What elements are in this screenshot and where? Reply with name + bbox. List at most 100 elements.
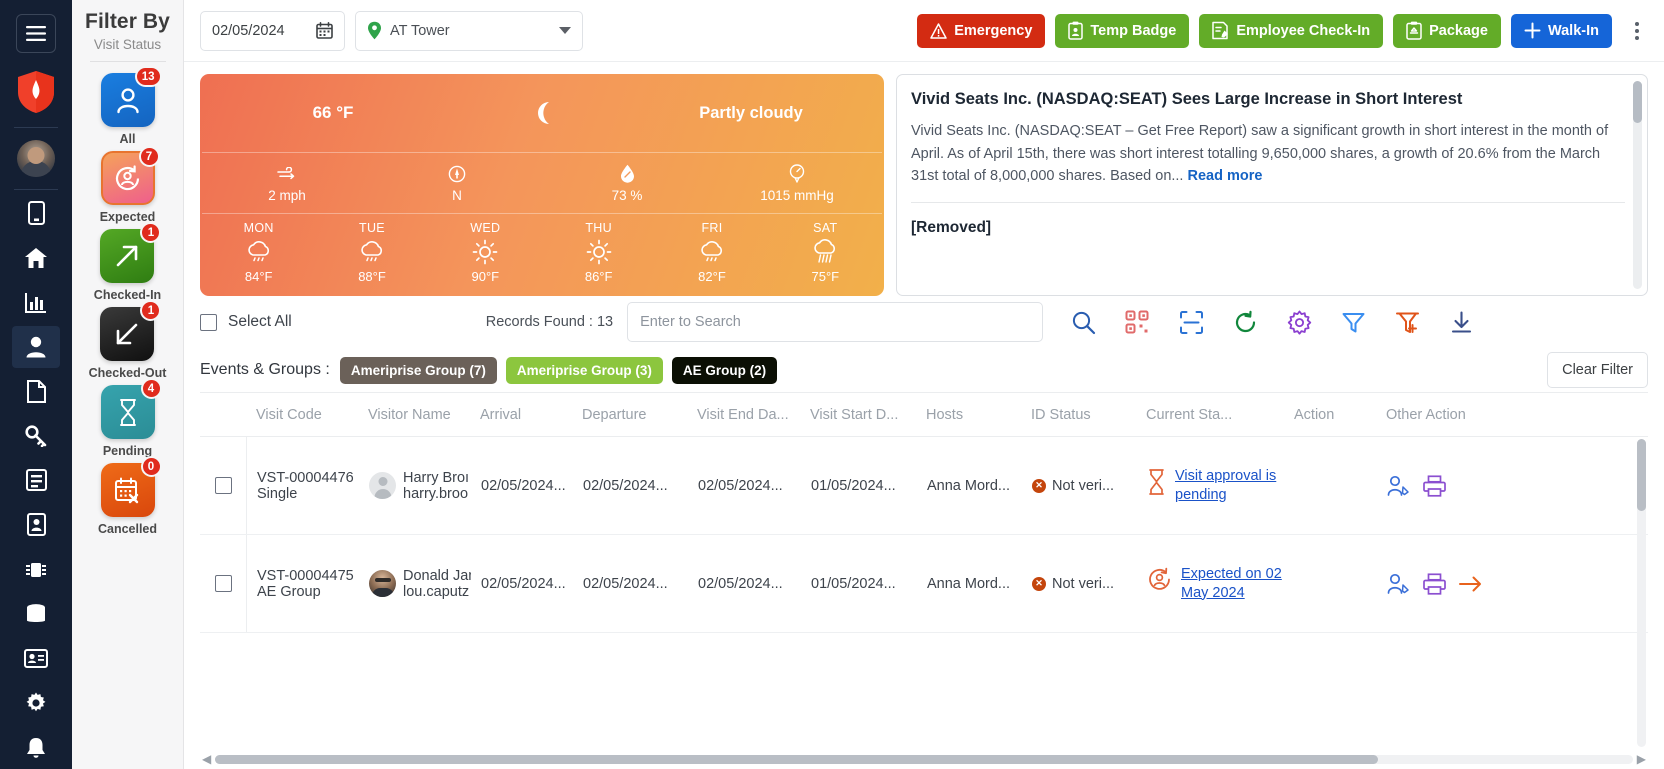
search-icon[interactable] [1069, 308, 1097, 336]
column-visitor-name[interactable]: Visitor Name [358, 407, 470, 423]
hourglass-icon [1149, 469, 1164, 495]
select-all-checkbox[interactable] [200, 313, 217, 331]
sidebar-item-devices[interactable] [12, 548, 60, 591]
person-clock-icon [1149, 567, 1170, 590]
checked-out-tile[interactable]: 1 [100, 300, 162, 361]
print-icon[interactable] [1423, 572, 1446, 595]
sidebar-item-logs[interactable] [12, 459, 60, 502]
employee-checkin-button[interactable]: Employee Check-In [1199, 13, 1384, 48]
visitor-edit-icon[interactable] [1387, 573, 1410, 595]
filter-item-checked-in[interactable]: 1 Checked-In [94, 222, 162, 302]
table-row[interactable]: VST-00004476 Single Harry Broı harry.bro… [200, 437, 1648, 535]
column-arrival[interactable]: Arrival [470, 407, 572, 423]
avatar[interactable] [17, 140, 55, 177]
hamburger-menu-icon[interactable] [16, 14, 56, 53]
sidebar-item-access-keys[interactable] [12, 415, 60, 458]
row-checkbox[interactable] [214, 575, 232, 592]
day-name: FRI [701, 220, 723, 235]
sidebar-item-badges[interactable] [12, 504, 60, 547]
wind-icon [202, 164, 372, 184]
filter-icon[interactable] [1339, 308, 1367, 336]
column-other-action[interactable]: Other Action [1376, 407, 1506, 423]
column-visit-end-date[interactable]: Visit End Da... [687, 407, 800, 423]
filter-item-cancelled[interactable]: 0 Cancelled [98, 456, 162, 536]
visitor-edit-icon[interactable] [1387, 475, 1410, 497]
current-status-link[interactable]: Expected on 02 May 2024 [1181, 565, 1285, 602]
filter-add-icon[interactable] [1393, 308, 1421, 336]
day-name: TUE [359, 220, 385, 235]
day-name: SAT [813, 220, 838, 235]
column-departure[interactable]: Departure [572, 407, 687, 423]
column-visit-code[interactable]: Visit Code [246, 407, 358, 423]
walk-in-button[interactable]: Walk-In [1510, 13, 1612, 48]
rail-divider-bottom [14, 188, 58, 190]
scan-barcode-icon[interactable] [1177, 308, 1205, 336]
news-scrollbar[interactable] [1633, 81, 1642, 289]
arrow-right-icon[interactable] [1459, 575, 1482, 593]
pending-tile[interactable]: 4 [100, 378, 162, 439]
column-hosts[interactable]: Hosts [916, 407, 1021, 423]
cell-id-status: ✕ Not veri... [1022, 576, 1137, 592]
expected-tile[interactable]: 7 [100, 146, 160, 205]
column-action[interactable]: Action [1284, 407, 1376, 423]
news-panel: Vivid Seats Inc. (NASDAQ:SEAT) Sees Larg… [896, 74, 1648, 296]
filter-item-all[interactable]: 13 All [100, 66, 162, 146]
row-checkbox-cell [200, 575, 246, 592]
print-icon[interactable] [1423, 474, 1446, 497]
filter-item-checked-out[interactable]: 1 Checked-Out [89, 300, 166, 380]
rain-cloud-icon [655, 235, 768, 269]
sidebar-item-reports[interactable] [12, 281, 60, 324]
search-input[interactable] [627, 302, 1044, 342]
temp-badge-button[interactable]: Temp Badge [1055, 13, 1190, 48]
sidebar-item-visitors[interactable] [12, 325, 60, 369]
horizontal-scroll-thumb[interactable] [215, 754, 1378, 764]
checked-in-tile[interactable]: 1 [100, 222, 162, 283]
news-scroll-thumb[interactable] [1633, 81, 1642, 123]
package-button[interactable]: Package [1393, 13, 1501, 48]
refresh-icon[interactable] [1231, 308, 1259, 336]
emergency-button[interactable]: Emergency [917, 13, 1046, 48]
date-picker[interactable]: 02/05/2024 [200, 10, 345, 51]
horizontal-scroll-track[interactable] [215, 754, 1633, 764]
filter-label-pending: Pending [102, 444, 153, 458]
app-root: Filter By Visit Status 13 All 7 Expected… [0, 0, 1664, 769]
badge-count: 0 [140, 456, 162, 477]
table-row[interactable]: VST-00004475 AE Group Donald Jan lou.cap… [200, 535, 1648, 633]
vertical-scroll-thumb[interactable] [1637, 439, 1646, 511]
location-select[interactable]: AT Tower [355, 10, 583, 51]
filter-item-pending[interactable]: 4 Pending [100, 378, 162, 458]
sidebar-item-contacts[interactable] [12, 637, 60, 680]
visitor-name-stack: Donald Jan lou.caputz [403, 568, 471, 600]
event-chip[interactable]: Ameriprise Group (7) [339, 356, 497, 384]
all-tile[interactable]: 13 [100, 66, 162, 127]
column-current-status[interactable]: Current Sta... [1136, 407, 1284, 423]
sidebar-item-home[interactable] [12, 236, 60, 279]
humidity-drop-icon [542, 164, 712, 184]
event-chip[interactable]: Ameriprise Group (3) [505, 356, 663, 384]
row-checkbox[interactable] [214, 477, 232, 494]
filter-item-expected[interactable]: 7 Expected [100, 146, 160, 224]
sidebar-item-mobile[interactable] [12, 192, 60, 235]
qr-code-icon[interactable] [1123, 308, 1151, 336]
current-status-link[interactable]: Visit approval is pending [1175, 467, 1285, 504]
table-vertical-scrollbar[interactable] [1637, 439, 1646, 747]
sidebar-item-documents[interactable] [12, 370, 60, 413]
scroll-right-icon[interactable]: ▶ [1637, 752, 1646, 766]
sidebar-item-settings[interactable] [12, 682, 60, 725]
sidebar-item-notifications[interactable] [12, 726, 60, 769]
gear-icon[interactable] [1285, 308, 1313, 336]
column-id-status[interactable]: ID Status [1021, 407, 1136, 423]
read-more-link[interactable]: Read more [1188, 168, 1263, 184]
direction-value: N [452, 187, 462, 203]
download-icon[interactable] [1447, 308, 1475, 336]
scroll-left-icon[interactable]: ◀ [202, 752, 211, 766]
sidebar-item-database[interactable] [12, 593, 60, 636]
clear-filter-button[interactable]: Clear Filter [1547, 352, 1648, 388]
chevron-down-icon[interactable] [559, 27, 571, 34]
table-horizontal-scrollbar[interactable]: ◀ ▶ [200, 749, 1648, 769]
humidity-value: 73 % [611, 187, 643, 203]
column-visit-start-date[interactable]: Visit Start D... [800, 407, 916, 423]
event-chip[interactable]: AE Group (2) [671, 356, 778, 384]
cancelled-tile[interactable]: 0 [100, 456, 162, 517]
kebab-menu-icon[interactable] [1624, 21, 1650, 40]
